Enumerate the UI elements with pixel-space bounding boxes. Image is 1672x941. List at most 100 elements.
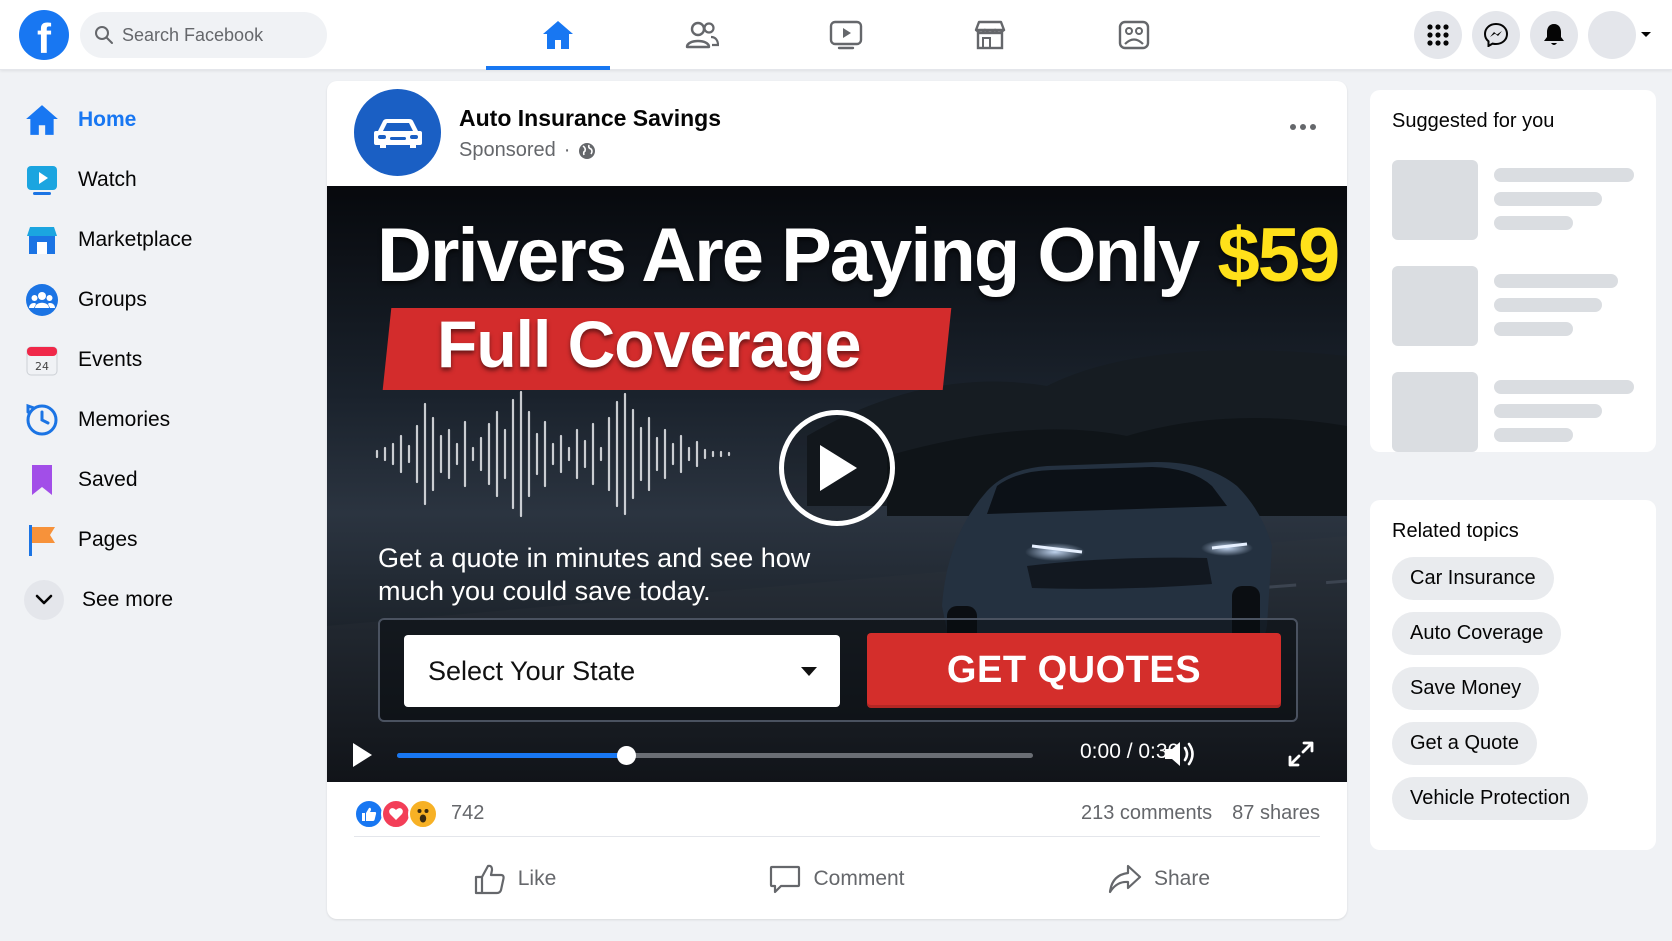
topic-chip[interactable]: Car Insurance <box>1392 557 1554 600</box>
nav-tab-marketplace[interactable] <box>918 0 1062 70</box>
related-topics-list: Car Insurance Auto Coverage Save Money G… <box>1392 557 1656 820</box>
account-avatar[interactable] <box>1588 11 1636 59</box>
state-select-label: Select Your State <box>428 655 636 686</box>
get-quotes-button[interactable]: GET QUOTES <box>867 633 1281 708</box>
main-nav-tabs <box>486 0 1206 70</box>
account-menu[interactable] <box>1588 11 1652 59</box>
video-controls: 0:00 / 0:30 <box>327 734 1347 774</box>
video-play-button[interactable] <box>779 410 895 526</box>
page-name[interactable]: Auto Insurance Savings <box>459 105 721 132</box>
topic-chip[interactable]: Get a Quote <box>1392 722 1537 765</box>
placeholder-line <box>1494 322 1573 336</box>
like-button[interactable]: Like <box>354 849 676 909</box>
share-icon <box>1108 864 1142 894</box>
topic-chip[interactable]: Vehicle Protection <box>1392 777 1589 820</box>
placeholder-line <box>1494 216 1573 230</box>
notifications-icon <box>1544 24 1564 45</box>
search-box[interactable] <box>80 12 327 58</box>
menu-button[interactable] <box>1414 11 1462 59</box>
like-label: Like <box>517 867 557 890</box>
chevron-down-icon <box>1641 32 1651 37</box>
post-stats: 742 213 comments 87 shares <box>354 793 1320 837</box>
fullscreen-icon[interactable] <box>1287 740 1315 768</box>
sponsored-text: Sponsored <box>459 139 556 161</box>
notifications-button[interactable] <box>1530 11 1578 59</box>
nav-tab-home[interactable] <box>486 0 630 70</box>
topic-chip[interactable]: Save Money <box>1392 667 1540 710</box>
placeholder-line <box>1494 428 1573 442</box>
headline-text: Drivers Are Paying Only <box>377 213 1200 298</box>
sidebar-see-more[interactable]: See more <box>20 570 320 630</box>
post-actions: Like Comment Share <box>354 849 1320 909</box>
sidebar-item-groups[interactable]: Groups <box>20 270 320 330</box>
sidebar-item-events[interactable]: 24 Events <box>20 330 320 390</box>
video-scrubber-handle[interactable] <box>616 746 636 765</box>
memories-icon <box>24 402 60 438</box>
shares-count[interactable]: 87 shares <box>1232 802 1320 825</box>
placeholder-thumbnail <box>1392 372 1478 452</box>
sidebar-item-label: Home <box>78 108 137 131</box>
placeholder-line <box>1494 298 1602 312</box>
reactions-summary[interactable]: 742 <box>354 798 484 829</box>
sidebar-item-memories[interactable]: Memories <box>20 390 320 450</box>
sidebar-item-marketplace[interactable]: Marketplace <box>20 210 320 270</box>
state-select-dropdown[interactable]: Select Your State <box>404 635 840 707</box>
post-options-button[interactable] <box>1289 107 1317 138</box>
placeholder-line <box>1494 380 1634 394</box>
groups-icon <box>24 282 60 318</box>
marketplace-icon <box>24 222 60 258</box>
ad-headline: Drivers Are Paying Only $59 <box>377 212 1340 299</box>
audio-waveform <box>375 390 731 518</box>
pages-icon <box>24 522 60 558</box>
comment-label: Comment <box>813 867 905 890</box>
nav-tab-gaming[interactable] <box>1062 0 1206 70</box>
menu-grid-icon <box>1427 24 1449 46</box>
comments-count[interactable]: 213 comments <box>1081 802 1212 825</box>
page-avatar[interactable] <box>354 89 441 176</box>
sidebar-item-home[interactable]: Home <box>20 90 320 150</box>
suggested-title: Suggested for you <box>1392 110 1555 132</box>
sidebar-item-saved[interactable]: Saved <box>20 450 320 510</box>
left-sidebar: Home Watch Marketplace Groups 24 Events … <box>20 90 320 630</box>
suggested-card: Suggested for you <box>1370 90 1656 452</box>
sponsored-label: Sponsored · <box>459 139 596 162</box>
ad-banner-text: Full Coverage <box>437 307 861 381</box>
placeholder-thumbnail <box>1392 266 1478 346</box>
top-right-controls <box>1414 11 1652 59</box>
play-icon[interactable] <box>351 742 373 768</box>
comment-button[interactable]: Comment <box>676 849 998 909</box>
events-icon: 24 <box>24 342 60 378</box>
messenger-button[interactable] <box>1472 11 1520 59</box>
search-icon <box>95 26 113 44</box>
sidebar-item-label: Events <box>78 348 143 371</box>
ad-video[interactable]: Drivers Are Paying Only $59 Full Coverag… <box>327 186 1347 782</box>
nav-tab-watch[interactable] <box>774 0 918 70</box>
marketplace-icon <box>974 20 1006 50</box>
car-icon <box>373 118 422 148</box>
nav-tab-friends[interactable] <box>630 0 774 70</box>
topic-chip[interactable]: Auto Coverage <box>1392 612 1562 655</box>
facebook-logo[interactable]: f <box>19 10 69 60</box>
engagement-counts: 213 comments 87 shares <box>1081 802 1320 825</box>
saved-icon <box>24 462 60 498</box>
ad-subtext: Get a quote in minutes and see how much … <box>378 543 811 606</box>
share-button[interactable]: Share <box>998 849 1320 909</box>
separator: · <box>563 139 571 161</box>
home-icon <box>543 21 573 49</box>
chevron-down-icon <box>24 580 64 620</box>
love-reaction-icon <box>381 798 411 829</box>
search-input[interactable] <box>122 24 312 46</box>
video-progress-bar[interactable] <box>397 746 1033 765</box>
wow-reaction-icon <box>408 798 438 829</box>
thumbs-up-icon <box>474 864 505 895</box>
sidebar-item-label: Pages <box>78 528 138 551</box>
sidebar-item-watch[interactable]: Watch <box>20 150 320 210</box>
messenger-icon <box>1484 23 1508 47</box>
sidebar-item-label: Watch <box>78 168 137 191</box>
gaming-icon <box>1118 20 1150 50</box>
related-topics-title: Related topics <box>1392 520 1519 542</box>
more-horizontal-icon <box>1290 124 1316 130</box>
sidebar-item-pages[interactable]: Pages <box>20 510 320 570</box>
quote-form: Select Your State GET QUOTES <box>378 618 1298 722</box>
volume-icon[interactable] <box>1163 740 1197 768</box>
